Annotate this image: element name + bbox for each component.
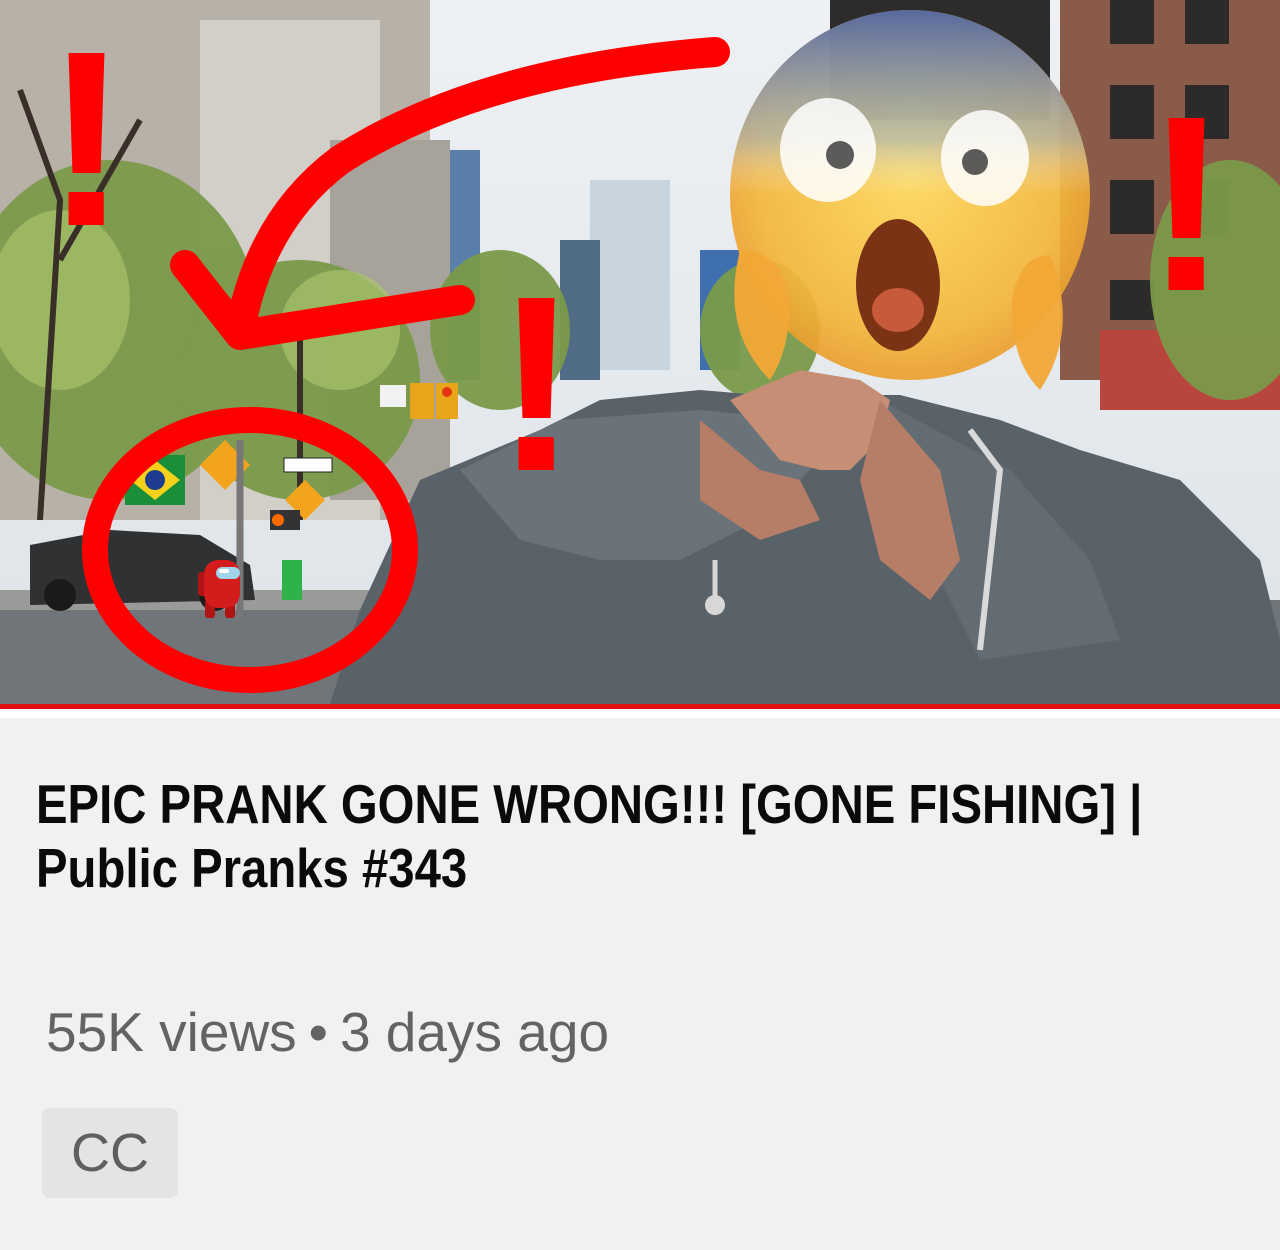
upload-age: 3 days ago — [339, 1001, 610, 1063]
thumbnail-scene: ! ! ! — [0, 0, 1280, 704]
traffic-light — [410, 383, 434, 419]
exclamation-1: ! — [45, 0, 128, 278]
exclamation-2: ! — [495, 244, 578, 523]
video-thumbnail[interactable]: ! ! ! — [0, 0, 1280, 704]
video-metadata: 55K views • 3 days ago — [46, 1000, 609, 1064]
meta-separator: • — [308, 1001, 328, 1063]
view-count: 55K views — [46, 1001, 297, 1063]
video-card[interactable]: ! ! ! EPIC PRANK GONE WRONG!!! [GONE FIS… — [0, 0, 1280, 1250]
exclamation-3: ! — [1145, 64, 1228, 343]
closed-captions-badge: CC — [42, 1108, 178, 1198]
tower-building — [590, 180, 670, 370]
watch-progress-fill — [0, 704, 1280, 709]
video-title[interactable]: EPIC PRANK GONE WRONG!!! [GONE FISHING] … — [36, 772, 1240, 900]
watch-progress-bar — [0, 704, 1280, 718]
